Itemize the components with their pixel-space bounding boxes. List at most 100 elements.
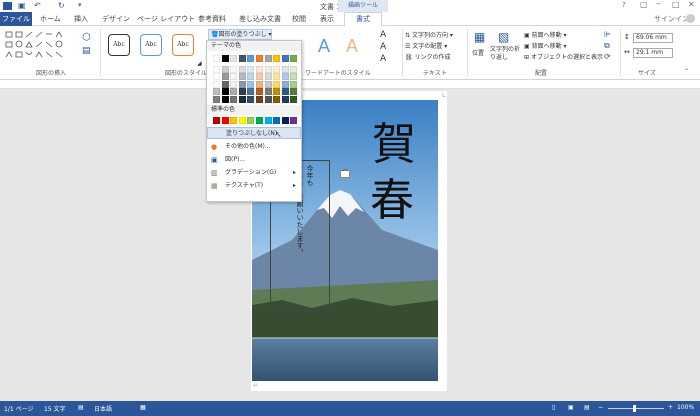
- standard-color-swatch[interactable]: [247, 117, 255, 124]
- edit-shape-icon[interactable]: ⬡: [82, 32, 91, 43]
- theme-color-swatch[interactable]: [273, 55, 281, 62]
- standard-color-swatch[interactable]: [238, 117, 246, 124]
- theme-color-swatch[interactable]: [273, 80, 281, 88]
- theme-color-swatch[interactable]: [264, 73, 272, 80]
- theme-color-swatch[interactable]: [264, 65, 272, 73]
- tab-mailings[interactable]: 差し込み文書: [239, 14, 281, 24]
- text-direction-button[interactable]: ⇅ 文字列の方向 ▾: [405, 30, 453, 39]
- account-avatar[interactable]: [686, 14, 695, 23]
- theme-color-swatch[interactable]: [230, 73, 238, 80]
- texture-fill-item[interactable]: ▦ テクスチャ(T) ▸: [207, 180, 301, 192]
- web-layout-icon[interactable]: ▤: [584, 404, 590, 411]
- theme-color-swatch[interactable]: [273, 95, 281, 103]
- tab-view[interactable]: 表示: [320, 14, 334, 24]
- no-fill-item[interactable]: 塗りつぶしなし(N): [207, 127, 301, 139]
- zoom-slider-thumb[interactable]: [633, 405, 636, 412]
- standard-color-swatch[interactable]: [213, 117, 220, 124]
- theme-color-swatch[interactable]: [273, 73, 281, 80]
- tab-file[interactable]: ファイル: [0, 12, 32, 26]
- theme-color-swatch[interactable]: [221, 88, 229, 95]
- bring-forward-button[interactable]: ▣ 前面へ移動 ▾: [524, 30, 567, 39]
- theme-color-swatch[interactable]: [281, 88, 289, 95]
- theme-color-swatch[interactable]: [230, 65, 238, 73]
- theme-color-swatch[interactable]: [238, 95, 246, 103]
- standard-color-swatch[interactable]: [273, 117, 281, 124]
- signin-link[interactable]: サインイン: [654, 14, 689, 24]
- wordart-style-blue[interactable]: A: [318, 36, 330, 57]
- theme-color-swatch[interactable]: [213, 80, 220, 88]
- rotate-icon[interactable]: ⟳: [604, 52, 611, 61]
- theme-color-swatch[interactable]: [213, 65, 220, 73]
- tab-references[interactable]: 参考資料: [198, 14, 226, 24]
- height-input[interactable]: 69.06 mm: [633, 33, 673, 43]
- read-mode-icon[interactable]: ▯: [552, 404, 555, 411]
- width-input[interactable]: 29.1 mm: [633, 48, 673, 58]
- position-button-label[interactable]: 位置: [472, 48, 484, 57]
- theme-color-swatch[interactable]: [238, 88, 246, 95]
- theme-color-swatch[interactable]: [238, 65, 246, 73]
- minimize-icon[interactable]: –: [656, 0, 661, 9]
- word-logo-icon[interactable]: [3, 2, 12, 10]
- theme-color-swatch[interactable]: [247, 80, 255, 88]
- standard-color-swatch[interactable]: [281, 117, 289, 124]
- proofing-icon[interactable]: ▤: [78, 404, 84, 411]
- theme-color-swatch[interactable]: [273, 88, 281, 95]
- standard-color-swatch[interactable]: [256, 117, 263, 124]
- customize-qat-icon[interactable]: ▾: [78, 1, 82, 9]
- text-outline-icon[interactable]: A: [380, 42, 386, 52]
- theme-color-swatch[interactable]: [213, 88, 220, 95]
- ribbon-options-icon[interactable]: ▢: [640, 0, 648, 9]
- theme-color-swatch[interactable]: [230, 55, 238, 62]
- wordart-style-orange[interactable]: A: [346, 36, 358, 57]
- theme-color-swatch[interactable]: [290, 80, 298, 88]
- status-word-count[interactable]: 15 文字: [44, 404, 66, 413]
- shape-style-2[interactable]: Abc: [140, 34, 162, 56]
- theme-color-swatch[interactable]: [290, 88, 298, 95]
- tab-design[interactable]: デザイン: [102, 14, 130, 24]
- theme-color-swatch[interactable]: [247, 95, 255, 103]
- zoom-out-icon[interactable]: −: [598, 404, 603, 411]
- more-colors-item[interactable]: ● その他の色(M)...: [207, 141, 301, 153]
- shape-style-3[interactable]: Abc: [172, 34, 194, 56]
- theme-color-swatch[interactable]: [230, 95, 238, 103]
- wrap-text-button-label[interactable]: 文字列の折り返し: [490, 46, 524, 62]
- tab-format[interactable]: 書式: [344, 12, 382, 26]
- zoom-slider[interactable]: [608, 408, 664, 409]
- undo-icon[interactable]: ↶: [34, 1, 41, 10]
- wrap-text-icon[interactable]: ▧: [498, 30, 509, 44]
- gradient-fill-item[interactable]: ▥ グラデーション(G) ▸: [207, 167, 301, 179]
- theme-color-swatch[interactable]: [221, 95, 229, 103]
- standard-color-swatch[interactable]: [290, 117, 298, 124]
- shape-style-1[interactable]: Abc: [108, 34, 130, 56]
- status-language[interactable]: 日本語: [94, 404, 112, 413]
- tab-home[interactable]: ホーム: [40, 14, 61, 24]
- create-link-button[interactable]: ⛓ リンクの作成: [405, 52, 451, 61]
- theme-color-swatch[interactable]: [281, 65, 289, 73]
- theme-color-swatch[interactable]: [264, 95, 272, 103]
- zoom-in-icon[interactable]: +: [668, 404, 673, 411]
- text-effects-icon[interactable]: A: [380, 54, 386, 64]
- shape-fill-button[interactable]: 🪣図形の塗りつぶし ▾: [208, 29, 272, 40]
- theme-color-swatch[interactable]: [290, 55, 298, 62]
- send-backward-button[interactable]: ▣ 背面へ移動 ▾: [524, 41, 567, 50]
- save-icon[interactable]: ▣: [18, 1, 26, 10]
- theme-color-swatch[interactable]: [247, 65, 255, 73]
- position-icon[interactable]: ▦: [474, 30, 485, 44]
- theme-color-swatch[interactable]: [256, 55, 263, 62]
- theme-color-swatch[interactable]: [264, 55, 272, 62]
- picture-fill-item[interactable]: ▣ 図(P)...: [207, 154, 301, 166]
- theme-color-swatch[interactable]: [247, 55, 255, 62]
- text-box-icon[interactable]: ▤: [82, 46, 91, 56]
- theme-color-swatch[interactable]: [290, 73, 298, 80]
- theme-color-swatch[interactable]: [221, 80, 229, 88]
- theme-color-swatch[interactable]: [230, 80, 238, 88]
- print-layout-icon[interactable]: ▣: [568, 404, 574, 411]
- theme-color-swatch[interactable]: [238, 73, 246, 80]
- group-icon[interactable]: ⧉: [604, 41, 610, 51]
- shape-styles-expand-icon[interactable]: ◢: [197, 60, 202, 67]
- layout-options-icon[interactable]: ⌒: [340, 170, 350, 178]
- theme-color-swatch[interactable]: [281, 73, 289, 80]
- theme-color-swatch[interactable]: [256, 73, 263, 80]
- theme-color-swatch[interactable]: [213, 73, 220, 80]
- standard-color-swatch[interactable]: [264, 117, 272, 124]
